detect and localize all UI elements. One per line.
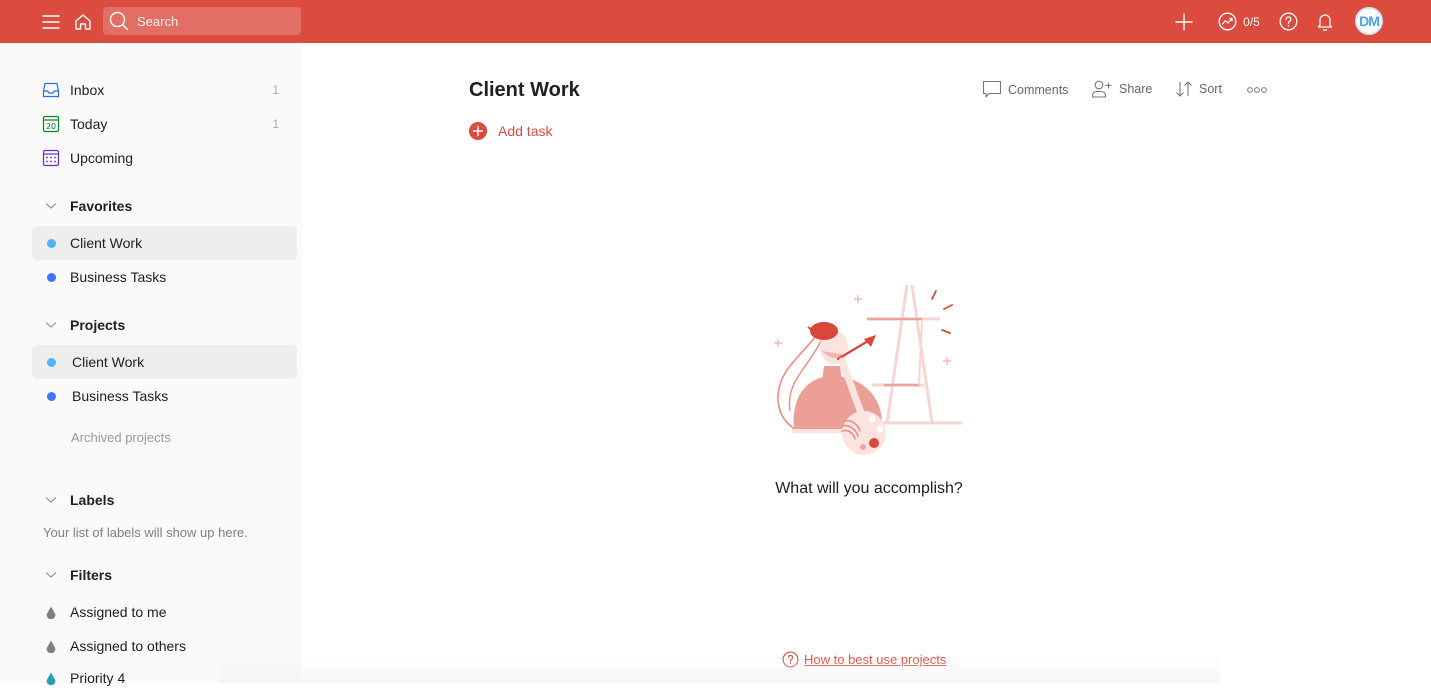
sidebar-item-inbox[interactable]: Inbox 1 — [32, 73, 297, 107]
sidebar-item-label: Inbox — [70, 82, 105, 98]
projects-title: Projects — [70, 317, 126, 333]
project-item-client-work[interactable]: Client Work — [32, 345, 297, 379]
sidebar-item-label: Assigned to others — [70, 638, 186, 654]
main-content: Client Work Comments Share Sort Add task — [302, 43, 1431, 683]
labels-empty-text: Your list of labels will show up here. — [43, 525, 248, 540]
filter-item-priority-4[interactable]: Priority 4 — [32, 661, 297, 695]
add-person-icon — [1091, 80, 1112, 98]
plus-circle-icon — [469, 122, 487, 140]
add-task-button[interactable]: Add task — [469, 122, 552, 140]
sidebar: Inbox 1 20 Today 1 Upcoming Favorites Cl… — [0, 43, 302, 686]
comments-label: Comments — [1008, 82, 1069, 97]
sidebar-item-label: Upcoming — [70, 150, 134, 166]
projects-section-toggle[interactable]: Projects — [32, 310, 297, 340]
sort-icon — [1176, 81, 1192, 97]
sort-label: Sort — [1199, 82, 1222, 96]
favorites-title: Favorites — [70, 198, 133, 214]
menu-toggle-button[interactable] — [40, 0, 62, 43]
labels-section-toggle[interactable]: Labels — [32, 485, 297, 515]
sidebar-item-label: Client Work — [72, 354, 145, 370]
filters-section-toggle[interactable]: Filters — [32, 560, 297, 590]
inbox-icon — [42, 82, 60, 98]
sidebar-item-label: Priority 4 — [70, 670, 126, 686]
help-circle-icon — [782, 651, 799, 668]
project-color-dot-icon — [46, 357, 56, 367]
sidebar-item-label: Client Work — [70, 235, 143, 251]
share-button[interactable]: Share — [1091, 80, 1152, 98]
search-icon — [109, 11, 129, 31]
today-count: 1 — [272, 117, 279, 131]
plus-icon — [1175, 12, 1193, 31]
more-options-button[interactable] — [1246, 82, 1268, 98]
chevron-down-icon — [45, 497, 57, 503]
add-task-label: Add task — [498, 123, 553, 139]
bell-icon — [1317, 13, 1333, 31]
avatar[interactable]: DM — [1355, 7, 1383, 35]
more-horizontal-icon — [1247, 87, 1267, 93]
search-placeholder: Search — [137, 13, 179, 29]
sidebar-item-today[interactable]: 20 Today 1 — [32, 107, 297, 141]
productivity-icon — [1218, 12, 1237, 31]
help-projects-link[interactable]: How to best use projects — [782, 651, 946, 668]
favorite-item-business-tasks[interactable]: Business Tasks — [32, 260, 297, 294]
share-label: Share — [1119, 82, 1153, 96]
home-icon — [75, 13, 91, 30]
svg-text:20: 20 — [46, 122, 56, 131]
filter-item-assigned-to-me[interactable]: Assigned to me — [32, 595, 297, 629]
home-button[interactable] — [72, 0, 94, 43]
project-color-dot-icon — [46, 391, 56, 401]
top-bar: Search 0/5 DM — [0, 0, 1431, 43]
sidebar-item-label: Business Tasks — [72, 388, 169, 404]
help-link-label: How to best use projects — [804, 652, 947, 667]
empty-state-illustration — [772, 281, 972, 471]
chevron-down-icon — [45, 322, 57, 328]
labels-title: Labels — [70, 492, 115, 508]
empty-state-text: What will you accomplish? — [775, 480, 963, 497]
chevron-down-icon — [45, 203, 57, 209]
archived-projects-link[interactable]: Archived projects — [71, 430, 171, 445]
filter-item-assigned-to-others[interactable]: Assigned to others — [32, 629, 297, 663]
calendar-today-icon: 20 — [42, 115, 60, 133]
comments-button[interactable]: Comments — [982, 80, 1068, 99]
inbox-count: 1 — [272, 83, 279, 97]
karma-count: 0/5 — [1243, 14, 1260, 29]
favorites-section-toggle[interactable]: Favorites — [32, 191, 297, 221]
hamburger-icon — [42, 14, 60, 29]
help-icon — [1279, 12, 1297, 31]
project-color-dot-icon — [46, 272, 56, 282]
sort-button[interactable]: Sort — [1175, 80, 1222, 98]
sidebar-item-label: Assigned to me — [70, 604, 167, 620]
productivity-button[interactable]: 0/5 — [1214, 0, 1264, 43]
help-button[interactable] — [1278, 0, 1298, 43]
project-item-business-tasks[interactable]: Business Tasks — [32, 379, 297, 413]
comment-icon — [982, 80, 1002, 98]
chevron-down-icon — [45, 572, 57, 578]
favorite-item-client-work[interactable]: Client Work — [32, 226, 297, 260]
filter-drop-icon — [46, 606, 56, 619]
sidebar-item-upcoming[interactable]: Upcoming — [32, 141, 297, 175]
sidebar-item-label: Business Tasks — [70, 269, 167, 285]
page-title: Client Work — [469, 79, 580, 101]
quick-add-button[interactable] — [1174, 0, 1194, 43]
painter-illustration-icon — [774, 284, 962, 455]
filters-title: Filters — [70, 567, 113, 583]
filter-drop-icon — [46, 640, 56, 653]
project-color-dot-icon — [46, 238, 56, 248]
calendar-upcoming-icon — [42, 149, 60, 167]
search-input[interactable]: Search — [103, 7, 301, 35]
sidebar-item-label: Today — [70, 116, 108, 132]
notifications-button[interactable] — [1315, 0, 1335, 43]
